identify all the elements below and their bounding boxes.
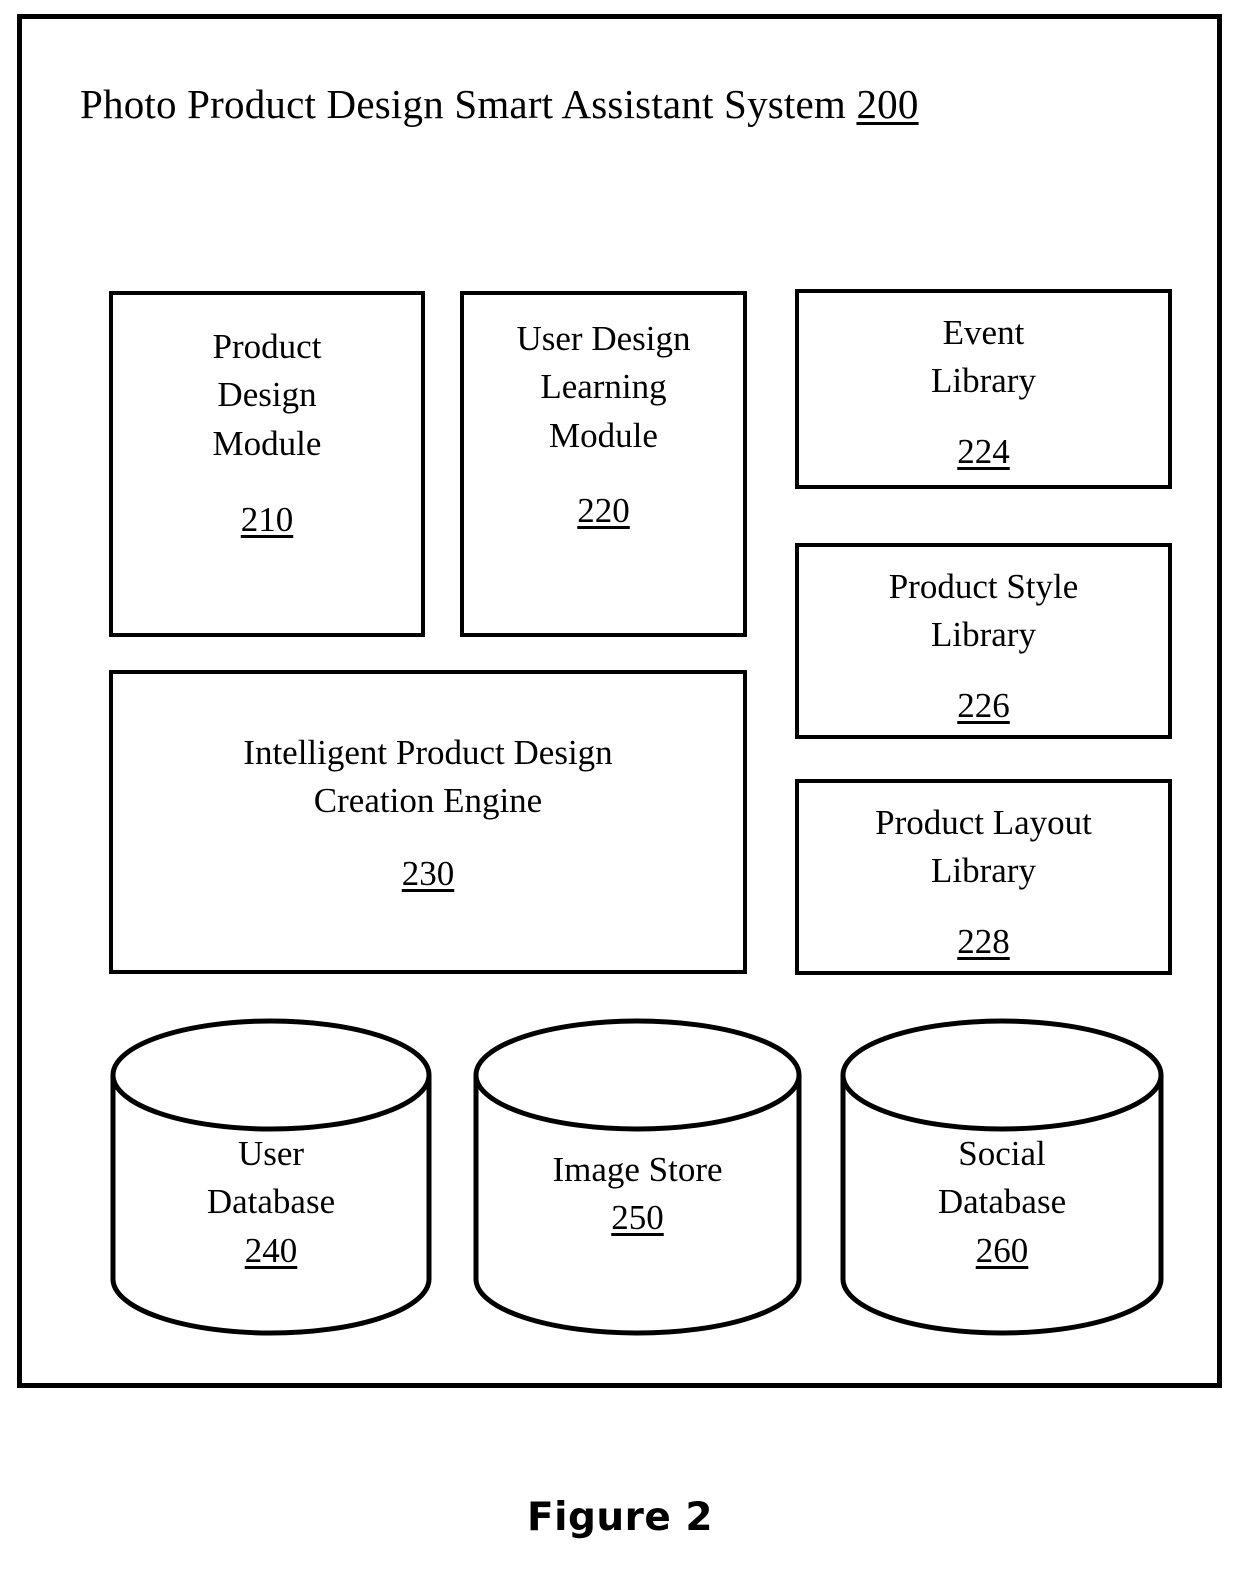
system-title: Photo Product Design Smart Assistant Sys… [80, 81, 919, 128]
product-design-module-box: Product Design Module 210 [109, 291, 425, 637]
image-store-cylinder: Image Store 250 [473, 1018, 802, 1336]
product-style-library-reference-number: 226 [957, 685, 1010, 725]
user-design-learning-module-box: User Design Learning Module 220 [460, 291, 747, 637]
image-store-label: Image Store [552, 1150, 723, 1189]
event-library-label: Event Library [931, 313, 1036, 401]
event-library-reference-number: 224 [957, 431, 1010, 471]
social-database-text-block: Social Database 260 [840, 1130, 1164, 1275]
user-database-reference-number: 240 [244, 1230, 298, 1270]
product-style-library-label: Product Style Library [888, 567, 1079, 655]
social-database-reference-number: 260 [975, 1230, 1029, 1270]
social-database-label: Social Database [937, 1134, 1067, 1222]
social-database-cylinder: Social Database 260 [840, 1018, 1164, 1336]
creation-engine-reference-number: 230 [401, 853, 455, 893]
figure-outer-frame: Photo Product Design Smart Assistant Sys… [17, 14, 1222, 1388]
product-layout-library-reference-number: 228 [957, 921, 1010, 961]
image-store-text-block: Image Store 250 [473, 1146, 802, 1243]
user-database-cylinder: User Database 240 [110, 1018, 432, 1336]
product-layout-library-box: Product Layout Library 228 [795, 779, 1172, 975]
product-style-library-box: Product Style Library 226 [795, 543, 1172, 739]
creation-engine-label: Intelligent Product Design Creation Engi… [243, 733, 613, 821]
user-design-learning-module-label: User Design Learning Module [516, 319, 691, 455]
system-title-text: Photo Product Design Smart Assistant Sys… [80, 81, 846, 127]
product-layout-library-label: Product Layout Library [875, 803, 1092, 891]
product-design-module-reference-number: 210 [240, 499, 294, 539]
intelligent-product-design-creation-engine-box: Intelligent Product Design Creation Engi… [109, 670, 747, 974]
event-library-box: Event Library 224 [795, 289, 1172, 489]
image-store-reference-number: 250 [611, 1198, 664, 1238]
user-design-learning-module-reference-number: 220 [577, 490, 630, 530]
user-database-text-block: User Database 240 [110, 1130, 432, 1275]
figure-caption: Figure 2 [526, 1495, 714, 1540]
product-design-module-label: Product Design Module [212, 327, 322, 463]
user-database-label: User Database [206, 1134, 336, 1222]
system-title-reference-number: 200 [856, 81, 919, 127]
